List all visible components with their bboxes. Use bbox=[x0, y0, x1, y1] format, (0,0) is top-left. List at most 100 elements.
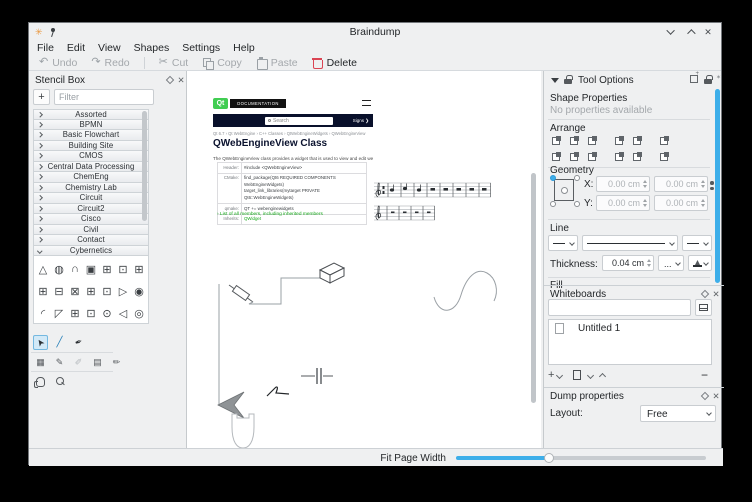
delete-button[interactable]: Delete bbox=[312, 57, 357, 69]
align-horizontal-left-icon[interactable] bbox=[613, 134, 626, 147]
stencil-shape[interactable]: ◁ bbox=[115, 304, 131, 322]
titlebar[interactable]: ✳ Braindump ✕ bbox=[29, 23, 721, 41]
spin-arrows-icon[interactable] bbox=[642, 180, 647, 188]
whiteboard-canvas[interactable]: Qt DOCUMENTATION Search Signs ❯ Qt 6.7 ›… bbox=[187, 71, 541, 448]
select-tool-button[interactable]: ➤ bbox=[33, 335, 48, 350]
stencil-shape[interactable]: ⊙ bbox=[99, 304, 115, 322]
line-more-dropdown[interactable]: ... bbox=[658, 255, 684, 271]
stencil-category-civil[interactable]: Civil bbox=[33, 225, 149, 236]
x-position-spinbox[interactable]: 0.00 cm bbox=[596, 176, 650, 192]
y-position-spinbox[interactable]: 0.00 cm bbox=[596, 195, 650, 211]
whiteboard-name-input[interactable] bbox=[548, 299, 691, 316]
line-style-dropdown[interactable] bbox=[582, 235, 678, 251]
whiteboard-options-button[interactable] bbox=[695, 299, 712, 316]
brush-tool-button[interactable]: ✐ bbox=[71, 355, 86, 370]
stencil-shape[interactable]: ⊞ bbox=[67, 304, 83, 322]
anchor-bottomright[interactable] bbox=[574, 201, 580, 207]
anchor-topleft[interactable] bbox=[550, 175, 556, 181]
minimize-button[interactable] bbox=[663, 25, 681, 39]
group-objects-icon[interactable] bbox=[658, 134, 671, 147]
zoom-slider-track[interactable] bbox=[549, 456, 706, 460]
collapse-panel-icon[interactable] bbox=[551, 78, 559, 83]
stencil-category-circuit[interactable]: Circuit bbox=[33, 193, 149, 204]
menu-edit[interactable]: Edit bbox=[67, 42, 85, 54]
thickness-spinbox[interactable]: 0.04 cm bbox=[602, 255, 654, 271]
stencil-shape[interactable]: ▣ bbox=[83, 260, 99, 278]
object-order-front-icon[interactable] bbox=[550, 134, 563, 147]
stencil-shape[interactable]: ◍ bbox=[51, 260, 67, 278]
line-cap-dropdown[interactable] bbox=[548, 235, 578, 251]
menu-help[interactable]: Help bbox=[233, 42, 255, 54]
lock-icon[interactable] bbox=[564, 75, 572, 84]
chevron-down-icon[interactable] bbox=[556, 371, 563, 378]
zoom-slider-track-filled[interactable] bbox=[456, 456, 549, 460]
detach-panel-icon[interactable] bbox=[690, 75, 698, 83]
float-dock-button[interactable] bbox=[700, 289, 710, 299]
spin-arrows-icon[interactable] bbox=[700, 180, 705, 188]
stencil-category-chemeng[interactable]: ChemEng bbox=[33, 172, 149, 183]
position-anchor-widget[interactable] bbox=[550, 175, 580, 207]
stencil-shape[interactable]: ⊞ bbox=[35, 282, 51, 300]
pencil-tool-button[interactable]: ✏ bbox=[109, 355, 124, 370]
line-color-dropdown[interactable] bbox=[688, 255, 712, 271]
stencil-category-basic-flowchart[interactable]: Basic Flowchart bbox=[33, 130, 149, 141]
align-horizontal-center-icon[interactable] bbox=[631, 134, 644, 147]
close-dock-button[interactable]: ✕ bbox=[176, 75, 186, 85]
add-stencil-button[interactable]: + bbox=[33, 89, 50, 105]
whiteboard-list-item[interactable]: Untitled 1 bbox=[549, 320, 711, 336]
stencil-category-cmos[interactable]: CMOS bbox=[33, 151, 149, 162]
align-vertical-top-icon[interactable] bbox=[568, 150, 581, 163]
close-dock-button[interactable]: ✕ bbox=[711, 391, 721, 401]
ungroup-objects-icon[interactable] bbox=[658, 150, 671, 163]
object-order-raise-icon[interactable] bbox=[568, 134, 581, 147]
stencil-shape[interactable]: ▷ bbox=[115, 282, 131, 300]
anchor-bottomleft[interactable] bbox=[550, 201, 556, 207]
settings-gear-icon[interactable]: ✶ bbox=[716, 75, 721, 81]
stencil-shape[interactable]: ⊟ bbox=[51, 282, 67, 300]
width-spinbox[interactable]: 0.00 cm bbox=[654, 176, 708, 192]
close-button[interactable]: ✕ bbox=[699, 25, 717, 39]
line-tool-button[interactable]: ╱ bbox=[52, 335, 67, 350]
spin-arrows-icon[interactable] bbox=[646, 259, 651, 267]
stencil-shape[interactable]: ∩ bbox=[67, 260, 83, 278]
calligraphy-tool-button[interactable]: ✒ bbox=[71, 335, 86, 350]
menu-file[interactable]: File bbox=[37, 42, 54, 54]
menu-settings[interactable]: Settings bbox=[182, 42, 220, 54]
menu-view[interactable]: View bbox=[98, 42, 121, 54]
image-tool-button[interactable]: ▤ bbox=[90, 355, 105, 370]
remove-whiteboard-button[interactable]: − bbox=[701, 368, 708, 382]
stencil-shape[interactable]: ◜ bbox=[35, 304, 51, 322]
object-order-back-icon[interactable] bbox=[586, 134, 599, 147]
float-dock-button[interactable] bbox=[165, 75, 175, 85]
spin-arrows-icon[interactable] bbox=[642, 199, 647, 207]
stencil-category-cisco[interactable]: Cisco bbox=[33, 214, 149, 225]
panel-scrollbar[interactable] bbox=[715, 89, 720, 283]
stencil-shape[interactable]: △ bbox=[35, 260, 51, 278]
layout-dropdown[interactable]: Free bbox=[640, 405, 716, 422]
pin-panel-icon[interactable] bbox=[704, 75, 712, 84]
height-spinbox[interactable]: 0.00 cm bbox=[654, 195, 708, 211]
align-vertical-bottom-icon[interactable] bbox=[631, 150, 644, 163]
stencil-shape[interactable]: ◉ bbox=[131, 282, 147, 300]
stencil-shape[interactable]: ⊠ bbox=[67, 282, 83, 300]
stencil-category-building-site[interactable]: Building Site bbox=[33, 141, 149, 152]
move-down-icon[interactable] bbox=[587, 371, 594, 378]
anchor-topright[interactable] bbox=[574, 175, 580, 181]
stencil-category-bpmn[interactable]: BPMN bbox=[33, 120, 149, 131]
maximize-button[interactable] bbox=[681, 25, 699, 39]
stencil-list-scrollbar[interactable] bbox=[142, 111, 147, 221]
stencil-category-assorted[interactable]: Assorted bbox=[33, 109, 149, 120]
stencil-shape[interactable]: ⊡ bbox=[99, 282, 115, 300]
stencil-category-cybernetics[interactable]: Cybernetics bbox=[33, 246, 149, 257]
spin-arrows-icon[interactable] bbox=[700, 199, 705, 207]
stencil-category-chemistry-lab[interactable]: Chemistry Lab bbox=[33, 183, 149, 194]
stencil-category-central-data-processing[interactable]: Central Data Processing bbox=[33, 162, 149, 173]
pattern-tool-button[interactable]: ▦ bbox=[33, 355, 48, 370]
stencil-category-circuit2[interactable]: Circuit2 bbox=[33, 204, 149, 215]
object-order-lower-icon[interactable] bbox=[550, 150, 563, 163]
stencil-shape[interactable]: ◸ bbox=[51, 304, 67, 322]
float-dock-button[interactable] bbox=[700, 391, 710, 401]
align-horizontal-right-icon[interactable] bbox=[613, 150, 626, 163]
anchor-center[interactable] bbox=[561, 187, 568, 194]
add-whiteboard-button[interactable]: + bbox=[548, 370, 554, 381]
